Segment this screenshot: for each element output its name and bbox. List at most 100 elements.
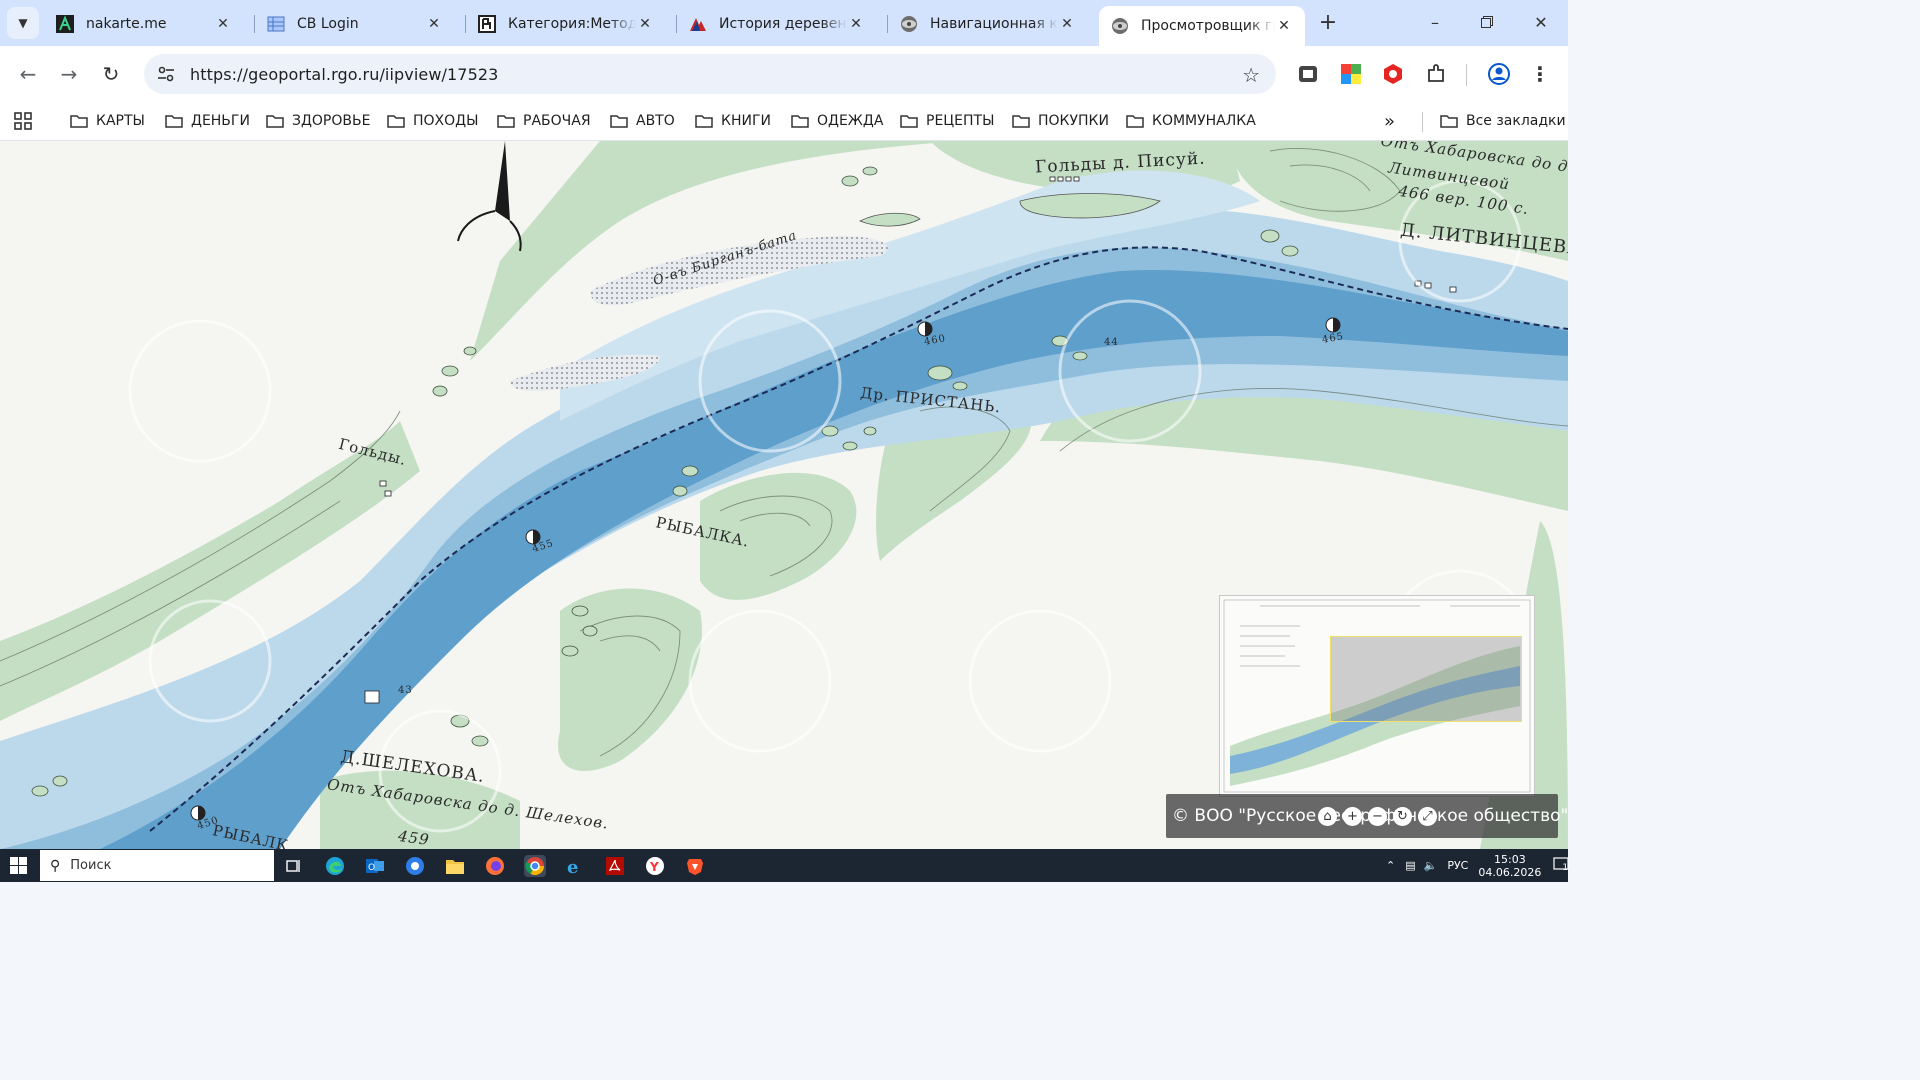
arrow-right-icon: → xyxy=(60,62,78,86)
bookmark-folder[interactable]: ДЕНЬГИ xyxy=(165,109,250,133)
tab-category[interactable]: Категория:Методик ✕ xyxy=(466,6,666,42)
home-icon[interactable]: ⌂ xyxy=(1318,807,1337,826)
chrome-icon[interactable] xyxy=(524,855,546,877)
apps-button[interactable] xyxy=(14,109,32,133)
bookmark-label: ПОКУПКИ xyxy=(1038,113,1109,129)
folder-icon xyxy=(1440,115,1458,128)
bookmark-star-icon[interactable]: ☆ xyxy=(1242,63,1260,87)
address-bar[interactable]: https://geoportal.rgo.ru/iipview/17523 ☆ xyxy=(144,54,1276,94)
viewer-controls: ⌂ + − ↻ ⤢ xyxy=(1318,807,1437,826)
edge-icon[interactable] xyxy=(324,855,346,877)
close-icon[interactable]: ✕ xyxy=(214,16,232,32)
extension-adblock-icon[interactable] xyxy=(1381,62,1405,86)
search-placeholder: Поиск xyxy=(70,858,112,873)
bookmark-folder[interactable]: КАРТЫ xyxy=(70,109,145,133)
folder-icon xyxy=(1126,115,1144,128)
bookmarks-bar: КАРТЫ ДЕНЬГИ ЗДОРОВЬЕ ПОХОДЫ РАБОЧАЯ АВТО КНИГ… xyxy=(0,102,1568,141)
all-bookmarks-button[interactable]: Все закладки xyxy=(1440,109,1566,133)
map-mark-label: 43 xyxy=(398,685,413,696)
windows-start-icon[interactable] xyxy=(10,857,27,874)
minimap-viewport-highlight[interactable] xyxy=(1330,636,1522,722)
bookmark-folder[interactable]: ОДЕЖДА xyxy=(791,109,883,133)
network-icon[interactable]: ▤ xyxy=(1405,859,1415,872)
restore-button[interactable] xyxy=(1472,10,1502,36)
close-icon[interactable]: ✕ xyxy=(636,16,654,32)
site-info-icon[interactable] xyxy=(148,59,184,89)
language-indicator[interactable]: РУС xyxy=(1447,859,1468,872)
fullscreen-icon[interactable]: ⤢ xyxy=(1418,807,1437,826)
bookmark-label: ДЕНЬГИ xyxy=(191,113,250,129)
chevron-down-icon: ▼ xyxy=(18,16,28,30)
zoom-out-icon[interactable]: − xyxy=(1368,807,1387,826)
wiki-icon xyxy=(478,15,496,33)
bookmark-folder[interactable]: КОММУНАЛКА xyxy=(1126,109,1256,133)
bookmark-label: ПОХОДЫ xyxy=(413,113,479,129)
bookmark-label: АВТО xyxy=(636,113,675,129)
folder-icon xyxy=(900,115,918,128)
bookmark-folder[interactable]: РЕЦЕПТЫ xyxy=(900,109,994,133)
task-view-icon[interactable] xyxy=(283,855,305,877)
bookmark-label: ЗДОРОВЬЕ xyxy=(292,113,371,129)
folder-icon xyxy=(165,115,183,128)
file-explorer-icon[interactable] xyxy=(444,855,466,877)
outlook-icon[interactable]: O xyxy=(364,855,386,877)
folder-icon xyxy=(1012,115,1030,128)
tab-title: nakarte.me xyxy=(86,16,167,32)
close-icon[interactable]: ✕ xyxy=(1058,16,1076,32)
tab-viewer[interactable]: Просмотровщик гр ✕ xyxy=(1099,6,1305,46)
menu-kebab-icon[interactable]: ⋮ xyxy=(1528,62,1552,86)
tab-nakarte[interactable]: nakarte.me ✕ xyxy=(44,6,244,42)
nakarte-icon xyxy=(56,15,74,33)
folder-icon xyxy=(695,115,713,128)
minimize-button[interactable]: – xyxy=(1420,10,1450,36)
bookmark-label: РЕЦЕПТЫ xyxy=(926,113,995,129)
system-tray: ⌃ ▤ 🔈 РУС 15:03 04.06.2026 1 xyxy=(1386,849,1569,882)
map-viewer[interactable]: Гольды д. Писуй. Отъ Хабаровска до д. Ли… xyxy=(0,141,1568,849)
folder-icon xyxy=(610,115,628,128)
bookmark-folder[interactable]: ЗДОРОВЬЕ xyxy=(266,109,370,133)
tab-cb-login[interactable]: CB Login ✕ xyxy=(255,6,455,42)
clock[interactable]: 15:03 04.06.2026 xyxy=(1478,853,1541,879)
rotate-icon[interactable]: ↻ xyxy=(1393,807,1412,826)
zoom-in-icon[interactable]: + xyxy=(1343,807,1362,826)
profile-icon[interactable] xyxy=(1487,62,1511,86)
bookmarks-overflow-button[interactable]: » xyxy=(1384,109,1395,133)
tab-search-button[interactable]: ▼ xyxy=(7,7,39,39)
tab-nav-map[interactable]: Навигационная кар ✕ xyxy=(888,6,1088,42)
yandex-browser-icon[interactable]: Y xyxy=(644,855,666,877)
reload-button[interactable]: ↻ xyxy=(97,60,125,88)
overview-minimap[interactable] xyxy=(1220,596,1534,796)
bookmark-folder[interactable]: КНИГИ xyxy=(695,109,771,133)
brave-icon[interactable] xyxy=(684,855,706,877)
back-button[interactable]: ← xyxy=(14,60,42,88)
forward-button[interactable]: → xyxy=(55,60,83,88)
close-window-button[interactable]: ✕ xyxy=(1526,10,1556,36)
bookmark-label: КАРТЫ xyxy=(96,113,145,129)
close-icon[interactable]: ✕ xyxy=(1275,18,1293,34)
tab-title: CB Login xyxy=(297,16,359,32)
rgo-icon xyxy=(1111,17,1129,35)
volume-icon[interactable]: 🔈 xyxy=(1424,859,1438,872)
taskbar-search[interactable]: ⚲ Поиск xyxy=(40,850,274,881)
firefox-icon[interactable] xyxy=(484,855,506,877)
new-tab-button[interactable]: + xyxy=(1314,11,1342,37)
notification-icon[interactable]: 1 xyxy=(1553,856,1569,875)
bookmark-folder[interactable]: АВТО xyxy=(610,109,675,133)
extension-tablet-icon[interactable] xyxy=(1296,62,1320,86)
bookmark-folder[interactable]: РАБОЧАЯ xyxy=(497,109,591,133)
close-icon[interactable]: ✕ xyxy=(847,16,865,32)
svg-text:Y: Y xyxy=(649,860,659,874)
ie-icon[interactable]: e xyxy=(564,855,586,877)
folder-icon xyxy=(387,115,405,128)
extensions-puzzle-icon[interactable] xyxy=(1424,62,1448,86)
bookmark-folder[interactable]: ПОКУПКИ xyxy=(1012,109,1109,133)
pdf-reader-icon[interactable] xyxy=(604,855,626,877)
map-mark-label: 44 xyxy=(1104,337,1119,348)
browser-blue-icon[interactable] xyxy=(404,855,426,877)
bookmark-label: РАБОЧАЯ xyxy=(523,113,591,129)
bookmark-folder[interactable]: ПОХОДЫ xyxy=(387,109,478,133)
close-icon[interactable]: ✕ xyxy=(425,16,443,32)
extension-colorpicker-icon[interactable] xyxy=(1339,62,1363,86)
tab-history[interactable]: История деревень ✕ xyxy=(677,6,877,42)
chevron-up-icon[interactable]: ⌃ xyxy=(1386,859,1395,872)
